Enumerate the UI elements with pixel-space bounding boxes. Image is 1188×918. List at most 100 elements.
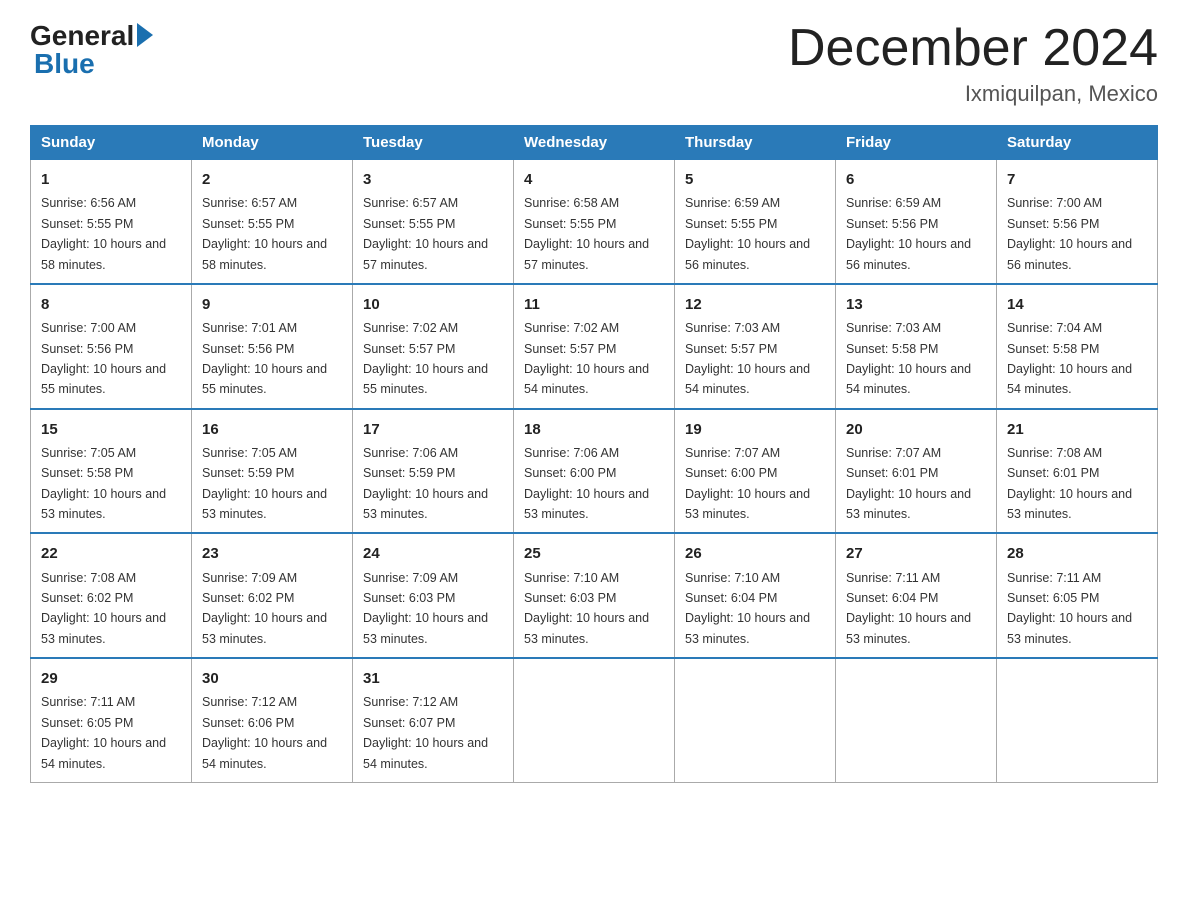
day-number: 26 bbox=[685, 542, 825, 565]
daylight-info: Daylight: 10 hours and 53 minutes. bbox=[685, 487, 810, 521]
day-number: 9 bbox=[202, 293, 342, 316]
day-cell: 4Sunrise: 6:58 AMSunset: 5:55 PMDaylight… bbox=[514, 160, 675, 284]
day-cell: 14Sunrise: 7:04 AMSunset: 5:58 PMDayligh… bbox=[997, 284, 1158, 409]
daylight-info: Daylight: 10 hours and 55 minutes. bbox=[202, 362, 327, 396]
day-cell: 10Sunrise: 7:02 AMSunset: 5:57 PMDayligh… bbox=[353, 284, 514, 409]
sunrise-info: Sunrise: 7:11 AM bbox=[1007, 571, 1101, 585]
daylight-info: Daylight: 10 hours and 53 minutes. bbox=[846, 611, 971, 645]
day-cell: 21Sunrise: 7:08 AMSunset: 6:01 PMDayligh… bbox=[997, 409, 1158, 534]
daylight-info: Daylight: 10 hours and 56 minutes. bbox=[685, 237, 810, 271]
logo-triangle-icon bbox=[137, 23, 153, 47]
header-saturday: Saturday bbox=[997, 126, 1158, 160]
sunset-info: Sunset: 5:58 PM bbox=[41, 466, 133, 480]
sunrise-info: Sunrise: 6:57 AM bbox=[202, 196, 297, 210]
sunrise-info: Sunrise: 7:10 AM bbox=[524, 571, 619, 585]
sunset-info: Sunset: 5:58 PM bbox=[846, 342, 938, 356]
daylight-info: Daylight: 10 hours and 58 minutes. bbox=[202, 237, 327, 271]
sunrise-info: Sunrise: 7:01 AM bbox=[202, 321, 297, 335]
day-number: 22 bbox=[41, 542, 181, 565]
day-cell: 15Sunrise: 7:05 AMSunset: 5:58 PMDayligh… bbox=[31, 409, 192, 534]
page-header: General Blue December 2024 Ixmiquilpan, … bbox=[30, 20, 1158, 107]
sunset-info: Sunset: 6:05 PM bbox=[41, 716, 133, 730]
day-cell bbox=[675, 658, 836, 782]
sunrise-info: Sunrise: 7:11 AM bbox=[846, 571, 940, 585]
sunrise-info: Sunrise: 7:04 AM bbox=[1007, 321, 1102, 335]
day-cell: 19Sunrise: 7:07 AMSunset: 6:00 PMDayligh… bbox=[675, 409, 836, 534]
sunset-info: Sunset: 5:55 PM bbox=[202, 217, 294, 231]
day-number: 21 bbox=[1007, 418, 1147, 441]
day-cell: 29 Sunrise: 7:11 AM Sunset: 6:05 PM Dayligh… bbox=[31, 658, 192, 782]
sunrise-info: Sunrise: 7:03 AM bbox=[846, 321, 941, 335]
day-cell: 7Sunrise: 7:00 AMSunset: 5:56 PMDaylight… bbox=[997, 160, 1158, 284]
sunset-info: Sunset: 5:55 PM bbox=[524, 217, 616, 231]
day-cell: 13Sunrise: 7:03 AMSunset: 5:58 PMDayligh… bbox=[836, 284, 997, 409]
day-number: 13 bbox=[846, 293, 986, 316]
week-row-5: 29 Sunrise: 7:11 AM Sunset: 6:05 PM Dayligh… bbox=[31, 658, 1158, 782]
sunset-info: Sunset: 6:02 PM bbox=[202, 591, 294, 605]
daylight-info: Daylight: 10 hours and 53 minutes. bbox=[1007, 611, 1132, 645]
day-cell bbox=[836, 658, 997, 782]
day-cell: 26Sunrise: 7:10 AMSunset: 6:04 PMDayligh… bbox=[675, 533, 836, 658]
day-number: 12 bbox=[685, 293, 825, 316]
day-number: 14 bbox=[1007, 293, 1147, 316]
sunrise-info: Sunrise: 7:05 AM bbox=[41, 446, 136, 460]
daylight-info: Daylight: 10 hours and 58 minutes. bbox=[41, 237, 166, 271]
day-number: 8 bbox=[41, 293, 181, 316]
day-cell: 17Sunrise: 7:06 AMSunset: 5:59 PMDayligh… bbox=[353, 409, 514, 534]
daylight-info: Daylight: 10 hours and 54 minutes. bbox=[41, 736, 166, 770]
day-number: 18 bbox=[524, 418, 664, 441]
header-friday: Friday bbox=[836, 126, 997, 160]
daylight-info: Daylight: 10 hours and 53 minutes. bbox=[363, 487, 488, 521]
daylight-info: Daylight: 10 hours and 55 minutes. bbox=[41, 362, 166, 396]
sunrise-info: Sunrise: 6:59 AM bbox=[846, 196, 941, 210]
daylight-info: Daylight: 10 hours and 56 minutes. bbox=[846, 237, 971, 271]
day-cell: 24Sunrise: 7:09 AMSunset: 6:03 PMDayligh… bbox=[353, 533, 514, 658]
daylight-info: Daylight: 10 hours and 57 minutes. bbox=[524, 237, 649, 271]
day-number: 4 bbox=[524, 168, 664, 191]
sunset-info: Sunset: 5:56 PM bbox=[846, 217, 938, 231]
day-number: 3 bbox=[363, 168, 503, 191]
daylight-info: Daylight: 10 hours and 54 minutes. bbox=[363, 736, 488, 770]
sunrise-info: Sunrise: 7:03 AM bbox=[685, 321, 780, 335]
daylight-info: Daylight: 10 hours and 54 minutes. bbox=[202, 736, 327, 770]
sunset-info: Sunset: 6:04 PM bbox=[846, 591, 938, 605]
sunrise-info: Sunrise: 7:02 AM bbox=[524, 321, 619, 335]
sunset-info: Sunset: 5:55 PM bbox=[363, 217, 455, 231]
day-cell: 6Sunrise: 6:59 AMSunset: 5:56 PMDaylight… bbox=[836, 160, 997, 284]
sunrise-info: Sunrise: 6:57 AM bbox=[363, 196, 458, 210]
day-cell: 1Sunrise: 6:56 AMSunset: 5:55 PMDaylight… bbox=[31, 160, 192, 284]
sunset-info: Sunset: 5:55 PM bbox=[685, 217, 777, 231]
daylight-info: Daylight: 10 hours and 56 minutes. bbox=[1007, 237, 1132, 271]
day-cell: 16Sunrise: 7:05 AMSunset: 5:59 PMDayligh… bbox=[192, 409, 353, 534]
sunrise-info: Sunrise: 7:11 AM bbox=[41, 695, 135, 709]
day-number: 2 bbox=[202, 168, 342, 191]
day-number: 11 bbox=[524, 293, 664, 316]
daylight-info: Daylight: 10 hours and 54 minutes. bbox=[524, 362, 649, 396]
daylight-info: Daylight: 10 hours and 53 minutes. bbox=[363, 611, 488, 645]
week-row-3: 15Sunrise: 7:05 AMSunset: 5:58 PMDayligh… bbox=[31, 409, 1158, 534]
location: Ixmiquilpan, Mexico bbox=[788, 81, 1158, 107]
day-cell: 18Sunrise: 7:06 AMSunset: 6:00 PMDayligh… bbox=[514, 409, 675, 534]
day-number: 1 bbox=[41, 168, 181, 191]
sunset-info: Sunset: 6:05 PM bbox=[1007, 591, 1099, 605]
sunset-info: Sunset: 6:02 PM bbox=[41, 591, 133, 605]
sunset-info: Sunset: 6:00 PM bbox=[524, 466, 616, 480]
day-number: 17 bbox=[363, 418, 503, 441]
sunset-info: Sunset: 5:55 PM bbox=[41, 217, 133, 231]
header-monday: Monday bbox=[192, 126, 353, 160]
day-cell: 23Sunrise: 7:09 AMSunset: 6:02 PMDayligh… bbox=[192, 533, 353, 658]
logo: General Blue bbox=[30, 20, 153, 80]
day-number: 29 bbox=[41, 667, 181, 690]
day-number: 16 bbox=[202, 418, 342, 441]
title-block: December 2024 Ixmiquilpan, Mexico bbox=[788, 20, 1158, 107]
sunset-info: Sunset: 5:57 PM bbox=[524, 342, 616, 356]
sunrise-info: Sunrise: 7:08 AM bbox=[41, 571, 136, 585]
sunrise-info: Sunrise: 7:10 AM bbox=[685, 571, 780, 585]
sunset-info: Sunset: 5:57 PM bbox=[363, 342, 455, 356]
day-number: 23 bbox=[202, 542, 342, 565]
sunrise-info: Sunrise: 7:02 AM bbox=[363, 321, 458, 335]
sunset-info: Sunset: 6:07 PM bbox=[363, 716, 455, 730]
sunset-info: Sunset: 5:56 PM bbox=[1007, 217, 1099, 231]
day-cell: 20Sunrise: 7:07 AMSunset: 6:01 PMDayligh… bbox=[836, 409, 997, 534]
header-row: SundayMondayTuesdayWednesdayThursdayFrid… bbox=[31, 126, 1158, 160]
